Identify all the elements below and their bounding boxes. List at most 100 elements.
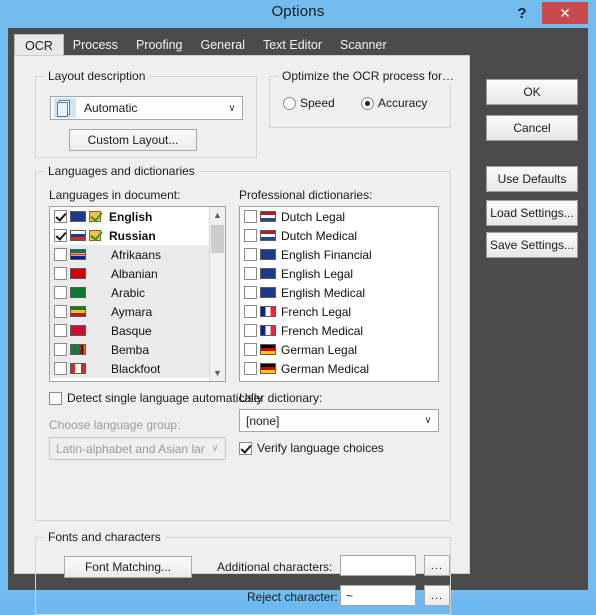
radio-speed[interactable]: Speed — [283, 96, 335, 110]
checkbox-bemba[interactable] — [54, 343, 67, 356]
list-item[interactable]: German Medical — [240, 359, 438, 378]
checkbox-english-financial[interactable] — [244, 248, 257, 261]
list-item[interactable]: English Financial — [240, 245, 438, 264]
close-icon[interactable]: ✕ — [542, 2, 588, 24]
list-item-label: Dutch Medical — [281, 228, 358, 243]
list-item[interactable]: Bemba — [50, 340, 209, 359]
list-item-label: English Legal — [281, 266, 354, 281]
checkbox-english-legal[interactable] — [244, 267, 257, 280]
checkbox-albanian[interactable] — [54, 267, 67, 280]
list-item-label: Basque — [111, 323, 152, 338]
checkbox-arabic[interactable] — [54, 286, 67, 299]
custom-layout-button[interactable]: Custom Layout... — [69, 129, 197, 151]
list-item-label: German Legal — [281, 342, 358, 357]
checkbox-english[interactable] — [54, 210, 67, 223]
load-settings-button[interactable]: Load Settings... — [486, 200, 578, 226]
list-item[interactable]: English — [50, 207, 209, 226]
flag-gb-icon — [260, 287, 276, 298]
list-item[interactable]: English Legal — [240, 264, 438, 283]
flag-gb-icon — [260, 268, 276, 279]
scroll-down-icon[interactable]: ▼ — [210, 365, 225, 381]
list-item[interactable]: French Medical — [240, 321, 438, 340]
list-item-label: Bemba — [111, 342, 150, 357]
font-matching-button[interactable]: Font Matching... — [64, 556, 192, 578]
checkbox-russian[interactable] — [54, 229, 67, 242]
additional-characters-input[interactable] — [340, 555, 416, 576]
languages-scrollbar[interactable]: ▲ ▼ — [209, 207, 225, 381]
chevron-down-icon: ∨ — [228, 102, 236, 114]
list-item[interactable]: Arabic — [50, 283, 209, 302]
reject-character-browse-button[interactable]: ... — [424, 585, 450, 606]
fonts-characters-title: Fonts and characters — [44, 530, 165, 544]
list-item[interactable]: French Legal — [240, 302, 438, 321]
reject-character-label: Reject character: — [247, 590, 338, 604]
user-dictionary-value: [none] — [246, 413, 280, 428]
tab-text-editor[interactable]: Text Editor — [254, 34, 331, 56]
list-item-label: Dutch Legal — [281, 209, 346, 224]
save-settings-button[interactable]: Save Settings... — [486, 232, 578, 258]
verify-language-choices-checkbox[interactable]: Verify language choices — [239, 441, 384, 455]
checkbox-dutch-medical[interactable] — [244, 229, 257, 242]
languages-list-items: English Russian Afrikaans Albanian Arabi… — [50, 207, 209, 381]
list-item[interactable]: German Legal — [240, 340, 438, 359]
help-icon[interactable]: ? — [509, 2, 535, 24]
checkbox-english-medical[interactable] — [244, 286, 257, 299]
checkbox-french-legal[interactable] — [244, 305, 257, 318]
list-item[interactable]: Basque — [50, 321, 209, 340]
cancel-button[interactable]: Cancel — [486, 115, 578, 141]
optimize-process-title: Optimize the OCR process for… — [278, 69, 459, 83]
list-item[interactable]: Aymara — [50, 302, 209, 321]
dictionary-icon — [89, 229, 103, 242]
dictionaries-listbox[interactable]: Dutch Legal Dutch Medical English Financ… — [239, 206, 439, 382]
flag-gb-icon — [70, 211, 86, 222]
list-item[interactable]: Afrikaans — [50, 245, 209, 264]
checkbox-german-medical[interactable] — [244, 362, 257, 375]
flag-de-icon — [260, 344, 276, 355]
use-defaults-button[interactable]: Use Defaults — [486, 166, 578, 192]
flag-al-icon — [70, 268, 86, 279]
reject-character-input[interactable]: ~ — [340, 585, 416, 606]
list-item[interactable]: English Medical — [240, 283, 438, 302]
dictionaries-list-items: Dutch Legal Dutch Medical English Financ… — [240, 207, 438, 381]
ok-button[interactable]: OK — [486, 79, 578, 105]
checkbox-dutch-legal[interactable] — [244, 210, 257, 223]
tab-scanner[interactable]: Scanner — [331, 34, 396, 56]
list-item-label: French Medical — [281, 323, 364, 338]
languages-listbox[interactable]: English Russian Afrikaans Albanian Arabi… — [49, 206, 226, 382]
fonts-characters-group: Fonts and characters Font Matching... Ad… — [35, 530, 451, 615]
tab-process[interactable]: Process — [64, 34, 127, 56]
verify-language-choices-label: Verify language choices — [257, 441, 384, 455]
list-item[interactable]: Blackfoot — [50, 359, 209, 378]
choose-language-group-label: Choose language group: — [49, 418, 181, 432]
checkbox-blackfoot[interactable] — [54, 362, 67, 375]
checkbox-basque[interactable] — [54, 324, 67, 337]
checkbox-afrikaans[interactable] — [54, 248, 67, 261]
list-item-label: Albanian — [111, 266, 158, 281]
flag-zm-icon — [70, 344, 86, 355]
flag-ca-icon — [70, 363, 86, 374]
radio-speed-indicator — [283, 96, 296, 110]
layout-description-title: Layout description — [44, 69, 150, 83]
detect-single-language-checkbox[interactable]: Detect single language automatically — [49, 391, 262, 405]
checkbox-aymara[interactable] — [54, 305, 67, 318]
flag-de-icon — [260, 363, 276, 374]
tab-general[interactable]: General — [192, 34, 254, 56]
layout-description-combo[interactable]: Automatic ∨ — [50, 96, 243, 120]
list-item[interactable]: Russian — [50, 226, 209, 245]
tab-proofing[interactable]: Proofing — [127, 34, 192, 56]
flag-gb-icon — [260, 249, 276, 260]
flag-za-icon — [70, 249, 86, 260]
list-item[interactable]: Albanian — [50, 264, 209, 283]
scrollbar-thumb[interactable] — [211, 225, 224, 253]
flag-fr-icon — [260, 325, 276, 336]
checkbox-french-medical[interactable] — [244, 324, 257, 337]
radio-accuracy[interactable]: Accuracy — [361, 96, 427, 110]
additional-characters-browse-button[interactable]: ... — [424, 555, 450, 576]
user-dictionary-combo[interactable]: [none] ∨ — [239, 409, 439, 432]
list-item[interactable]: Dutch Legal — [240, 207, 438, 226]
checkbox-german-legal[interactable] — [244, 343, 257, 356]
list-item[interactable]: Dutch Medical — [240, 226, 438, 245]
chevron-down-icon: ∨ — [211, 443, 219, 454]
tab-ocr[interactable]: OCR — [14, 34, 64, 56]
scroll-up-icon[interactable]: ▲ — [210, 207, 225, 223]
